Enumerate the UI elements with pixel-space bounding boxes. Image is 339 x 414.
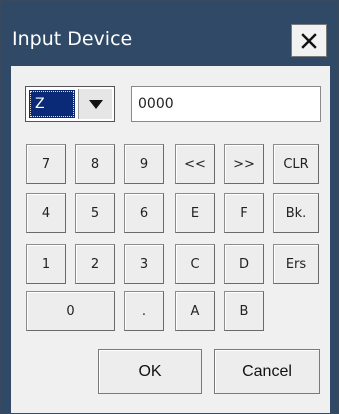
close-button[interactable] xyxy=(291,24,327,57)
value-input[interactable]: 0000 xyxy=(131,86,321,122)
window-frame-right xyxy=(330,66,338,413)
window-frame-left xyxy=(1,66,11,413)
key-shift-left[interactable]: << xyxy=(175,144,215,184)
input-device-dialog: Input Device Z 0000 7 8 9 << >> CLR 4 5 … xyxy=(0,0,339,414)
key-b[interactable]: B xyxy=(224,291,264,331)
key-4[interactable]: 4 xyxy=(26,193,66,233)
device-select-arrow[interactable] xyxy=(78,89,112,119)
ok-button[interactable]: OK xyxy=(98,349,202,394)
device-select[interactable]: Z xyxy=(25,86,115,122)
key-9[interactable]: 9 xyxy=(124,144,164,184)
key-0[interactable]: 0 xyxy=(26,291,115,331)
key-8[interactable]: 8 xyxy=(75,144,115,184)
key-clear[interactable]: CLR xyxy=(273,144,319,184)
key-backspace[interactable]: Bk. xyxy=(273,193,319,233)
key-c[interactable]: C xyxy=(175,244,215,284)
window-title: Input Device xyxy=(12,28,133,50)
key-e[interactable]: E xyxy=(175,193,215,233)
key-3[interactable]: 3 xyxy=(124,244,164,284)
key-decimal[interactable]: . xyxy=(124,291,164,331)
key-shift-right[interactable]: >> xyxy=(224,144,264,184)
title-bar: Input Device xyxy=(1,1,338,66)
key-2[interactable]: 2 xyxy=(75,244,115,284)
chevron-down-icon xyxy=(88,99,103,109)
device-select-value: Z xyxy=(29,90,75,118)
key-erase[interactable]: Ers xyxy=(273,244,319,284)
key-1[interactable]: 1 xyxy=(26,244,66,284)
key-f[interactable]: F xyxy=(224,193,264,233)
key-7[interactable]: 7 xyxy=(26,144,66,184)
key-a[interactable]: A xyxy=(175,291,215,331)
key-6[interactable]: 6 xyxy=(124,193,164,233)
cancel-button[interactable]: Cancel xyxy=(214,349,320,394)
key-5[interactable]: 5 xyxy=(75,193,115,233)
key-d[interactable]: D xyxy=(224,244,264,284)
close-icon xyxy=(301,32,317,49)
